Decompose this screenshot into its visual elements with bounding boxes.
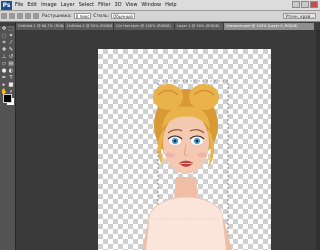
- lasso-tool-icon[interactable]: ◌: [1, 34, 7, 40]
- minimize-button[interactable]: [292, 1, 300, 8]
- eraser-tool-icon[interactable]: ▱: [1, 62, 7, 68]
- move-tool-icon[interactable]: ✥: [1, 27, 7, 33]
- doc-tab[interactable]: Girl Hairstyle @ 100% (RGB/8): [114, 23, 174, 30]
- dodge-tool-icon[interactable]: ◐: [8, 69, 14, 75]
- type-tool-icon[interactable]: T: [8, 76, 14, 82]
- maximize-button[interactable]: [301, 1, 309, 8]
- doc-tab[interactable]: Untitled-2 @ 50% (RGB/8): [65, 23, 113, 30]
- style-label: Стиль:: [93, 13, 110, 19]
- pen-tool-icon[interactable]: ✒: [1, 76, 7, 82]
- menu-image[interactable]: Image: [41, 2, 57, 8]
- options-bar: Растушевка: 0 пикс Стиль: Обычный Уточн.…: [0, 11, 320, 22]
- doc-tab[interactable]: Untitled-1 @ 66,7% (RGB/8): [16, 23, 64, 30]
- menu-select[interactable]: Select: [79, 2, 94, 8]
- new-selection-icon[interactable]: [9, 13, 15, 19]
- eyedropper-icon[interactable]: ⁄: [8, 41, 14, 47]
- menu-file[interactable]: File: [15, 2, 23, 8]
- window-controls: [292, 1, 318, 8]
- clone-stamp-icon[interactable]: ⊥: [1, 55, 7, 61]
- doc-tab-active[interactable]: character.psd @ 100% (Layer 0, RGB/8): [224, 23, 314, 30]
- shape-tool-icon[interactable]: ■: [8, 83, 14, 89]
- feather-label: Растушевка:: [42, 13, 72, 19]
- blur-tool-icon[interactable]: ●: [1, 69, 7, 75]
- intersect-selection-icon[interactable]: [33, 13, 39, 19]
- menu-bar: Ps File Edit Image Layer Select Filter 3…: [0, 0, 320, 11]
- photoshop-logo-icon: Ps: [1, 0, 12, 10]
- tools-panel: ✥ ⬚ ◌ ✦ ⌗ ⁄ ✚ ✎ ⊥ ↺ ▱ ▤ ● ◐ ✒ T ▸ ■ ✋ ⌕: [0, 22, 16, 250]
- character-illustration: [142, 80, 232, 250]
- menu-view[interactable]: View: [126, 2, 138, 8]
- magic-wand-icon[interactable]: ✦: [8, 34, 14, 40]
- style-select[interactable]: Обычный: [111, 13, 135, 19]
- subtract-selection-icon[interactable]: [25, 13, 31, 19]
- add-selection-icon[interactable]: [17, 13, 23, 19]
- menu-filter[interactable]: Filter: [98, 2, 110, 8]
- refine-edge-button[interactable]: Уточн. край...: [283, 13, 316, 19]
- document-canvas[interactable]: [98, 49, 271, 250]
- marquee-preset-icon[interactable]: [1, 13, 7, 19]
- menu-edit[interactable]: Edit: [27, 2, 37, 8]
- foreground-color-swatch[interactable]: [3, 94, 12, 103]
- menu-layer[interactable]: Layer: [61, 2, 75, 8]
- vertical-scrollbar[interactable]: [316, 30, 320, 250]
- menu-help[interactable]: Help: [165, 2, 176, 8]
- brush-tool-icon[interactable]: ✎: [8, 48, 14, 54]
- menu-window[interactable]: Window: [141, 2, 161, 8]
- menu-3d[interactable]: 3D: [115, 2, 122, 8]
- document-tabs: Untitled-1 @ 66,7% (RGB/8) Untitled-2 @ …: [16, 22, 320, 30]
- gradient-tool-icon[interactable]: ▤: [8, 62, 14, 68]
- feather-input[interactable]: 0 пикс: [73, 13, 92, 19]
- healing-brush-icon[interactable]: ✚: [1, 48, 7, 54]
- history-brush-icon[interactable]: ↺: [8, 55, 14, 61]
- doc-tab[interactable]: Layer 1 @ 50% (RGB/8): [175, 23, 223, 30]
- close-button[interactable]: [310, 1, 318, 8]
